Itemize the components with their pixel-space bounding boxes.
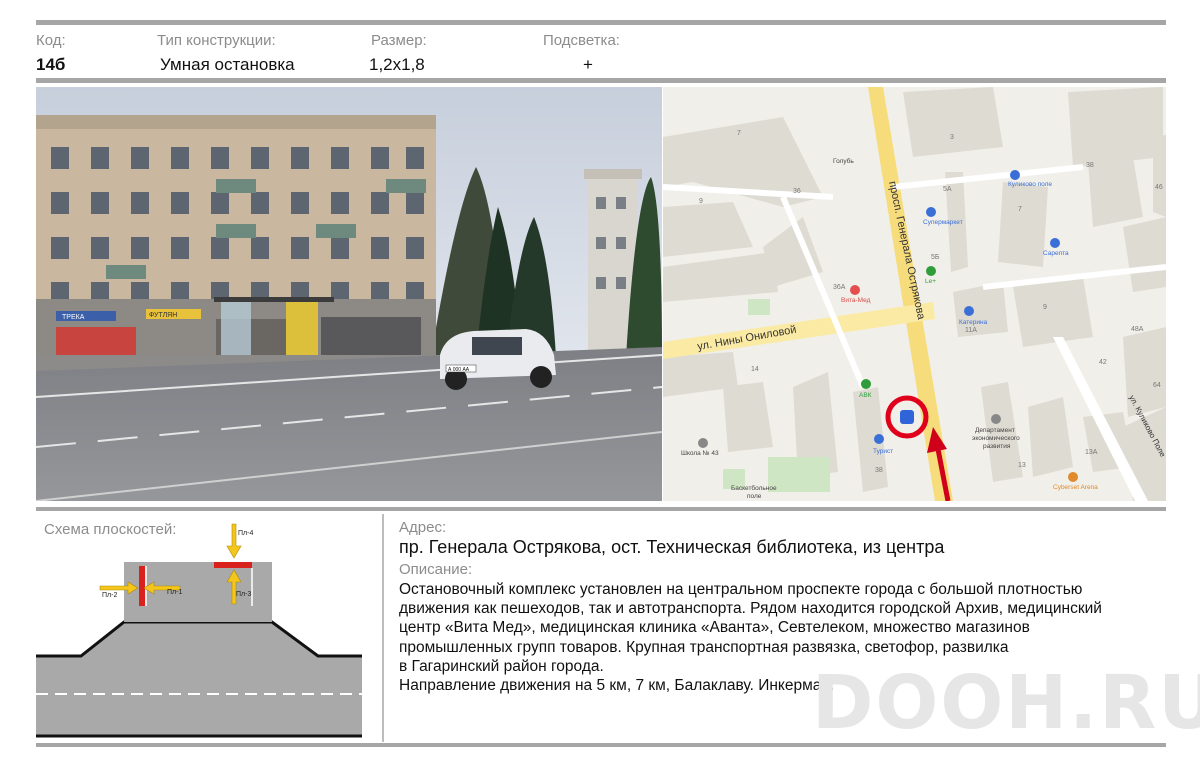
place-label: Школа № 43 <box>681 450 719 457</box>
place-label: Департамент <box>975 427 1015 434</box>
house-number: 42 <box>1099 359 1107 366</box>
house-number: 64 <box>1153 382 1161 389</box>
code-label: Код: <box>36 32 66 49</box>
plane-3-label: Пл-3 <box>236 591 251 598</box>
plane-4-label: Пл-4 <box>238 530 253 537</box>
place-label: Cyberset Arena <box>1053 484 1098 491</box>
description-line: центр «Вита Мед», медицинская клиника «А… <box>399 619 1030 637</box>
house-number: 13 <box>1018 462 1026 469</box>
plane-3-panel <box>214 562 252 568</box>
description-line: движения как пешеходов, так и автотрансп… <box>399 600 1102 618</box>
place-label: Катерина <box>959 319 988 326</box>
code-value: 14б <box>36 55 66 74</box>
address-label: Адрес: <box>399 519 447 536</box>
size-value: 1,2х1,8 <box>369 55 425 74</box>
house-number: 46 <box>1155 184 1163 191</box>
place-label: Баскетбольное <box>731 484 777 492</box>
type-label: Тип конструкции: <box>157 32 276 49</box>
description-line: промышленных групп товаров. Крупная тран… <box>399 638 1009 656</box>
place-label: развития <box>983 443 1011 450</box>
shop-sign-2: ФУТЛЯН <box>149 312 177 319</box>
address-value: пр. Генерала Острякова, ост. Техническая… <box>399 537 945 557</box>
place-label: Сарепта <box>1043 250 1069 257</box>
house-number: 38 <box>1086 162 1094 169</box>
place-label: поле <box>747 493 762 500</box>
place-label: Куликово поле <box>1008 181 1052 188</box>
shop-sign-1: ТРЕКА <box>62 314 85 321</box>
place-label: Голубь <box>833 157 854 165</box>
light-value: + <box>583 55 593 74</box>
house-number: 38 <box>875 467 883 474</box>
light-label: Подсветка: <box>543 32 620 49</box>
house-number: 36А <box>833 284 846 291</box>
place-label: Вита-Мед <box>841 297 871 304</box>
description-line: Остановочный комплекс установлен на цент… <box>399 581 1083 598</box>
watermark: DOOH.RU <box>812 660 1200 746</box>
place-label: Турист <box>873 448 893 455</box>
house-number: 11А <box>965 327 977 334</box>
house-number: 13А <box>1085 449 1098 456</box>
place-label: АВК <box>859 392 872 399</box>
place-label: экономического <box>972 435 1020 442</box>
house-number: 48А <box>1131 326 1144 333</box>
plane-2-label: Пл-2 <box>102 592 117 599</box>
description-label: Описание: <box>399 561 473 578</box>
location-map: просп. Генерала Острякова ул. Нины Онило… <box>663 87 1166 501</box>
house-number: 7 <box>1018 206 1022 213</box>
house-number: 9 <box>699 198 703 205</box>
middle-rule <box>36 507 1166 511</box>
house-number: 14 <box>751 366 759 373</box>
house-number: 3 <box>950 134 954 141</box>
type-value: Умная остановка <box>160 55 295 74</box>
house-number: 9 <box>1043 304 1047 311</box>
place-label: Супермаркет <box>923 219 963 226</box>
size-label: Размер: <box>371 32 427 49</box>
planes-scheme: Пл-1 Пл-2 Пл-3 Пл-4 <box>36 514 376 744</box>
house-number: 36 <box>793 188 801 195</box>
house-number: 5А <box>943 186 952 193</box>
vertical-separator <box>382 514 384 742</box>
house-number: 5Б <box>931 254 940 261</box>
plane-1-label: Пл-1 <box>167 589 182 596</box>
car-plate: А 000 АА <box>448 367 470 373</box>
top-rule <box>36 20 1166 25</box>
place-label: Le+ <box>925 278 936 285</box>
plane-1-panel <box>139 566 145 606</box>
house-number: 7 <box>737 130 741 137</box>
location-photo: ТРЕКА ФУТЛЯН А 000 АА <box>36 87 662 501</box>
bus-stop-icon <box>900 410 914 424</box>
header-rule <box>36 78 1166 83</box>
